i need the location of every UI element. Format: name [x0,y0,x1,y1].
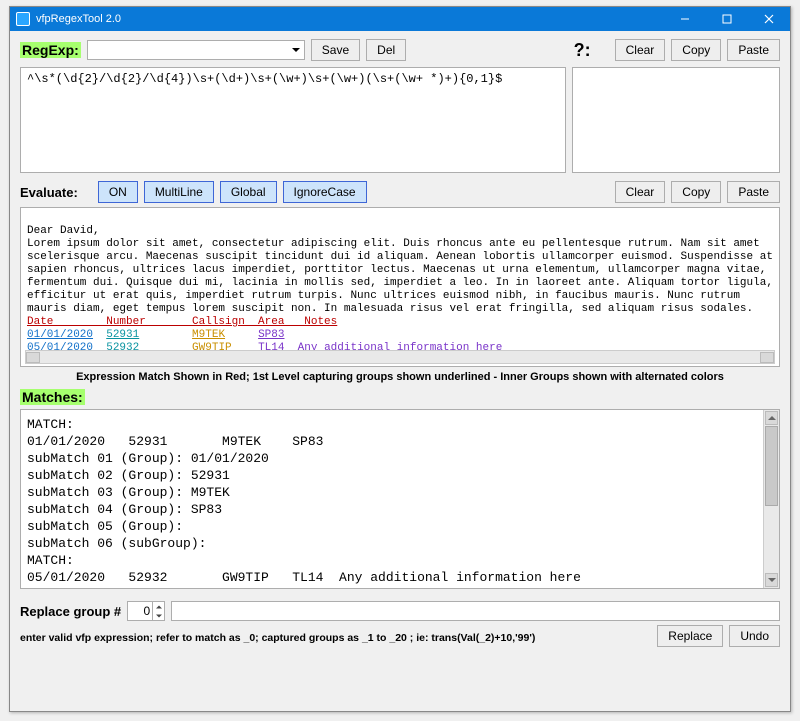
legend-text: Expression Match Shown in Red; 1st Level… [20,371,780,383]
window-title: vfpRegexTool 2.0 [36,13,121,25]
replace-label: Replace group # [20,604,121,619]
spin-down-icon[interactable] [152,611,164,620]
app-window: vfpRegexTool 2.0 RegExp: Save Del [9,6,791,712]
evaluate-label: Evaluate: [20,185,78,200]
chevron-down-icon[interactable] [288,41,304,59]
scroll-up-icon[interactable] [765,411,778,425]
aux-textarea[interactable] [572,67,780,173]
matches-label: Matches: [20,389,85,405]
eval-paste-button[interactable]: Paste [727,181,780,203]
pattern-textarea[interactable] [20,67,566,173]
eval-multiline-toggle[interactable]: MultiLine [144,181,214,203]
row1-num: 52931 [106,329,139,341]
matches-vscrollbar[interactable] [763,410,779,588]
row1-area: SP83 [258,329,284,341]
eval-global-toggle[interactable]: Global [220,181,277,203]
scroll-down-icon[interactable] [765,573,778,587]
header-row: Date Number Callsign Area Notes [27,316,337,328]
sample-text: Dear David, Lorem ipsum dolor sit amet, … [27,225,779,315]
eval-hscrollbar[interactable] [25,350,775,364]
eval-ignorecase-toggle[interactable]: IgnoreCase [283,181,367,203]
close-button[interactable] [748,7,790,31]
regexp-combo[interactable] [87,40,305,60]
app-icon [16,12,30,26]
regexp-label: RegExp: [20,42,81,58]
group-number-spinner[interactable] [127,601,165,621]
eval-on-toggle[interactable]: ON [98,181,138,203]
del-button[interactable]: Del [366,39,406,61]
scroll-left-icon[interactable] [26,352,40,363]
regexp-paste-button[interactable]: Paste [727,39,780,61]
matches-pane[interactable]: MATCH: 01/01/2020 52931 M9TEK SP83 subMa… [20,409,780,589]
regexp-copy-button[interactable]: Copy [671,39,721,61]
scroll-thumb[interactable] [765,426,778,506]
save-button[interactable]: Save [311,39,360,61]
evaluate-pane[interactable]: Dear David, Lorem ipsum dolor sit amet, … [20,207,780,367]
maximize-button[interactable] [706,7,748,31]
scroll-right-icon[interactable] [760,352,774,363]
row1-date: 01/01/2020 [27,329,93,341]
matches-text: MATCH: 01/01/2020 52931 M9TEK SP83 subMa… [21,410,763,588]
regexp-clear-button[interactable]: Clear [615,39,666,61]
evaluate-content: Dear David, Lorem ipsum dolor sit amet, … [21,208,779,372]
undo-button[interactable]: Undo [729,625,780,647]
row1-call: M9TEK [192,329,225,341]
title-bar: vfpRegexTool 2.0 [10,7,790,31]
replace-expression-input[interactable] [171,601,780,621]
spin-up-icon[interactable] [152,602,164,611]
regexp-combo-input[interactable] [87,40,305,60]
replace-button[interactable]: Replace [657,625,723,647]
eval-clear-button[interactable]: Clear [615,181,666,203]
minimize-button[interactable] [664,7,706,31]
group-number-input[interactable] [128,603,152,619]
replace-hint: enter valid vfp expression; refer to mat… [20,632,535,644]
question-label: ?: [574,40,591,61]
eval-copy-button[interactable]: Copy [671,181,721,203]
